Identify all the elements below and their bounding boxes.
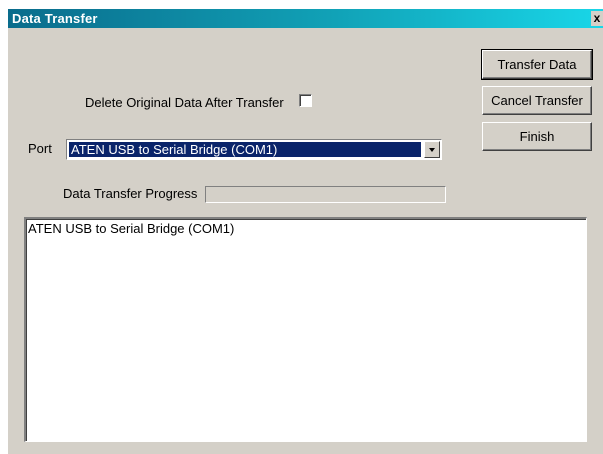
window-title: Data Transfer [12,11,98,26]
progress-label: Data Transfer Progress [63,186,198,201]
transfer-progress-bar [205,186,446,203]
data-transfer-dialog: Data Transfer x Transfer Data Cancel Tra… [7,8,603,454]
log-line: ATEN USB to Serial Bridge (COM1) [28,221,235,236]
port-selected-value: ATEN USB to Serial Bridge (COM1) [69,142,421,157]
delete-original-checkbox[interactable] [299,94,312,107]
chevron-down-icon[interactable] [424,141,440,158]
cancel-transfer-button[interactable]: Cancel Transfer [482,86,592,115]
transfer-log[interactable]: ATEN USB to Serial Bridge (COM1) [24,217,587,442]
finish-button[interactable]: Finish [482,122,592,151]
close-icon[interactable]: x [591,11,603,26]
port-label: Port [28,141,52,156]
transfer-data-button[interactable]: Transfer Data [481,49,593,80]
port-dropdown[interactable]: ATEN USB to Serial Bridge (COM1) [66,139,442,160]
delete-original-label: Delete Original Data After Transfer [85,95,284,110]
title-bar[interactable]: Data Transfer x [8,9,603,28]
